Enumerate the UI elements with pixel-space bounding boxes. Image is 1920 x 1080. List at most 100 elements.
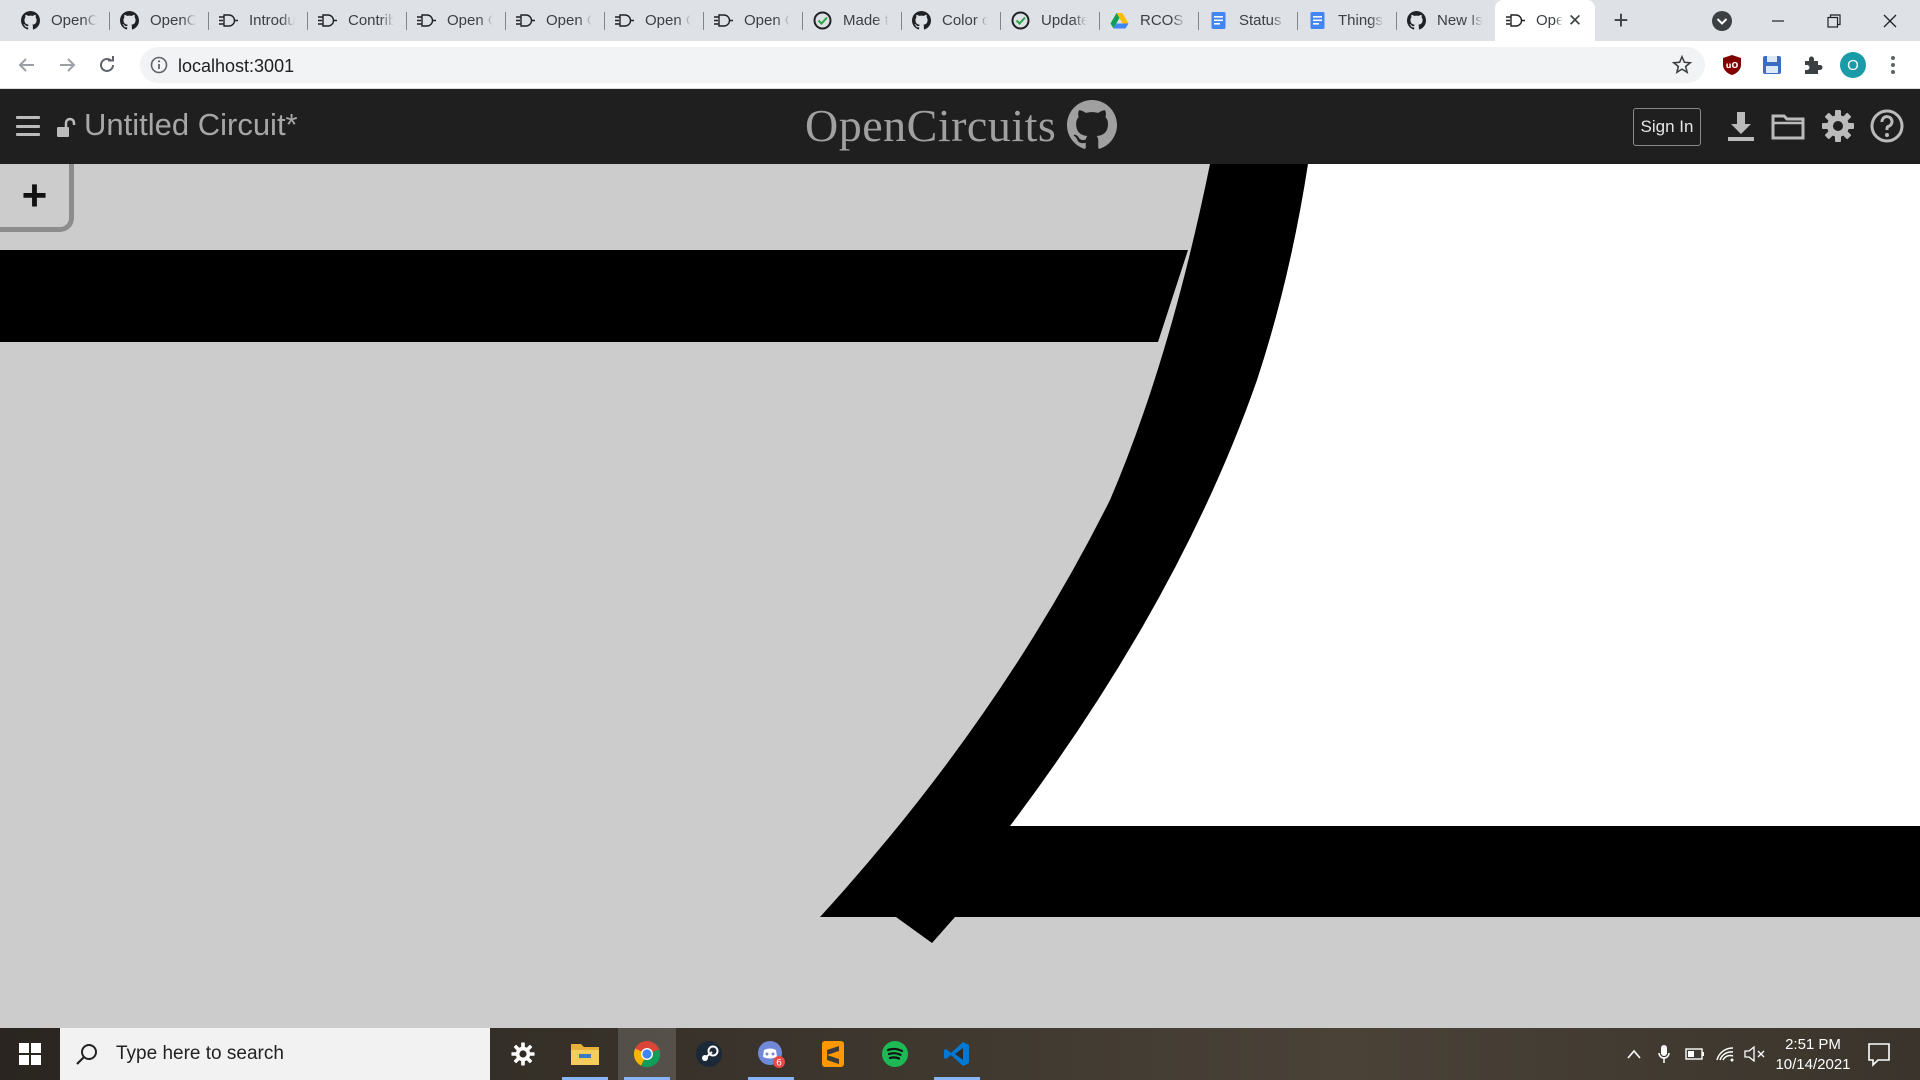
- tab-title: Things: [1338, 12, 1384, 29]
- tab-title: New Issue: [1437, 12, 1483, 29]
- browser-tab[interactable]: Status Update: [1198, 0, 1297, 41]
- circuit-name-input[interactable]: Untitled Circuit*: [84, 107, 298, 143]
- browser-tab[interactable]: Contributing: [307, 0, 406, 41]
- battery-icon[interactable]: [1682, 1028, 1708, 1080]
- browser-tab[interactable]: RCOS -: [1099, 0, 1198, 41]
- download-icon[interactable]: [1723, 108, 1759, 144]
- system-clock[interactable]: 2:51 PM 10/14/2021: [1768, 1035, 1858, 1075]
- github-check-icon: [1011, 11, 1030, 30]
- spotify-app-icon[interactable]: [866, 1028, 924, 1080]
- browser-tab[interactable]: Update: [1000, 0, 1099, 41]
- close-window-icon[interactable]: [1862, 0, 1918, 41]
- output-wire: [820, 826, 1920, 943]
- settings-app-icon[interactable]: [494, 1028, 552, 1080]
- sign-in-button[interactable]: Sign In: [1633, 108, 1701, 146]
- vscode-app-icon[interactable]: [928, 1028, 986, 1080]
- browser-tab-strip: OpenCircuits OpenCircuits Introduction Cont…: [0, 0, 1920, 41]
- taskbar-search-box[interactable]: Type here to search: [60, 1028, 490, 1080]
- app-header: Untitled Circuit* OpenCircuits Sign In: [0, 89, 1920, 159]
- browser-tab[interactable]: OpenCircuits: [109, 0, 208, 41]
- tab-title: Open Circuits: [447, 12, 493, 29]
- tab-title: Made this: [843, 12, 889, 29]
- browser-tab[interactable]: Introduction: [208, 0, 307, 41]
- address-text: localhost:3001: [178, 56, 295, 76]
- wifi-icon[interactable]: [1712, 1028, 1738, 1080]
- tab-title: Open Circuits: [744, 12, 790, 29]
- gate-icon: [615, 11, 634, 30]
- show-hidden-icons-chevron-icon[interactable]: [1622, 1028, 1646, 1080]
- chrome-app-icon[interactable]: [618, 1028, 676, 1080]
- tab-title: OpenCircuits: [150, 12, 196, 29]
- browser-toolbar: localhost:3001 uO O: [0, 41, 1920, 89]
- profile-avatar[interactable]: O: [1840, 52, 1866, 78]
- settings-gear-icon[interactable]: [1820, 108, 1856, 144]
- circuit-canvas[interactable]: [0, 159, 1920, 1028]
- help-icon[interactable]: [1869, 108, 1905, 144]
- browser-tab[interactable]: Open Circuits: [604, 0, 703, 41]
- tab-list: OpenCircuits OpenCircuits Introduction Cont…: [0, 0, 1639, 41]
- steam-app-icon[interactable]: [680, 1028, 738, 1080]
- back-icon[interactable]: [14, 52, 40, 78]
- browser-tab-active[interactable]: OpenCircuits✕: [1495, 0, 1595, 41]
- restore-window-icon[interactable]: [1806, 0, 1862, 41]
- unlock-icon[interactable]: [55, 117, 77, 139]
- search-placeholder: Type here to search: [116, 1043, 284, 1064]
- add-component-button[interactable]: +: [0, 164, 74, 232]
- docs-icon: [1308, 11, 1327, 30]
- drive-icon: [1110, 11, 1129, 30]
- browser-tab[interactable]: Things: [1297, 0, 1396, 41]
- browser-tab[interactable]: OpenCircuits: [10, 0, 109, 41]
- circuit-drawing: [0, 164, 1920, 943]
- new-tab-button[interactable]: +: [1603, 3, 1639, 39]
- browser-menu-icon[interactable]: [1884, 53, 1902, 77]
- tab-title: Introduction: [249, 12, 295, 29]
- save-extension-icon[interactable]: [1760, 53, 1784, 77]
- github-icon: [21, 11, 40, 30]
- sublime-text-icon[interactable]: [804, 1028, 862, 1080]
- browser-tab[interactable]: Open Circuits: [505, 0, 604, 41]
- tab-close-icon[interactable]: ✕: [1567, 12, 1583, 29]
- microphone-icon[interactable]: [1652, 1028, 1676, 1080]
- discord-app-icon[interactable]: 6: [742, 1028, 800, 1080]
- notifications-icon[interactable]: [1866, 1041, 1892, 1067]
- svg-text:uO: uO: [1726, 61, 1739, 70]
- github-check-icon: [813, 11, 832, 30]
- tab-title: Status Update: [1239, 12, 1285, 29]
- extensions-puzzle-icon[interactable]: [1800, 53, 1824, 77]
- gate-icon: [219, 11, 238, 30]
- hamburger-menu-icon[interactable]: [16, 116, 40, 136]
- site-info-icon[interactable]: [150, 56, 168, 74]
- github-icon: [1407, 11, 1426, 30]
- ublock-extension-icon[interactable]: uO: [1720, 53, 1744, 77]
- gate-icon: [417, 11, 436, 30]
- windows-start-icon[interactable]: [0, 1028, 60, 1080]
- gate-icon: [714, 11, 733, 30]
- minimize-window-icon[interactable]: [1750, 0, 1806, 41]
- browser-tab[interactable]: Color coding: [901, 0, 1000, 41]
- discord-badge-count: 6: [776, 1059, 782, 1069]
- tab-title: OpenCircuits: [51, 12, 97, 29]
- tab-title: Open Circuits: [546, 12, 592, 29]
- github-icon: [912, 11, 931, 30]
- browser-tab[interactable]: Open Circuits: [703, 0, 802, 41]
- browser-tab[interactable]: Open Circuits: [406, 0, 505, 41]
- browser-tab[interactable]: Made this: [802, 0, 901, 41]
- tab-search-icon[interactable]: [1710, 9, 1734, 33]
- file-explorer-icon[interactable]: [556, 1028, 614, 1080]
- clock-time: 2:51 PM: [1785, 1036, 1841, 1053]
- address-bar[interactable]: localhost:3001: [140, 47, 1705, 83]
- gate-icon: [318, 11, 337, 30]
- open-folder-icon[interactable]: [1770, 108, 1806, 144]
- input-wire: [0, 250, 1188, 342]
- tab-title: OpenCircuits: [1536, 12, 1563, 29]
- github-logo-icon[interactable]: [1066, 100, 1118, 150]
- bookmark-star-icon[interactable]: [1671, 54, 1693, 76]
- github-icon: [120, 11, 139, 30]
- reload-icon[interactable]: [94, 52, 120, 78]
- gate-icon: [1506, 11, 1525, 30]
- search-icon: [76, 1044, 97, 1065]
- speaker-muted-icon[interactable]: [1742, 1028, 1768, 1080]
- forward-icon[interactable]: [54, 52, 80, 78]
- browser-tab[interactable]: New Issue: [1396, 0, 1495, 41]
- tab-title: Contributing: [348, 12, 394, 29]
